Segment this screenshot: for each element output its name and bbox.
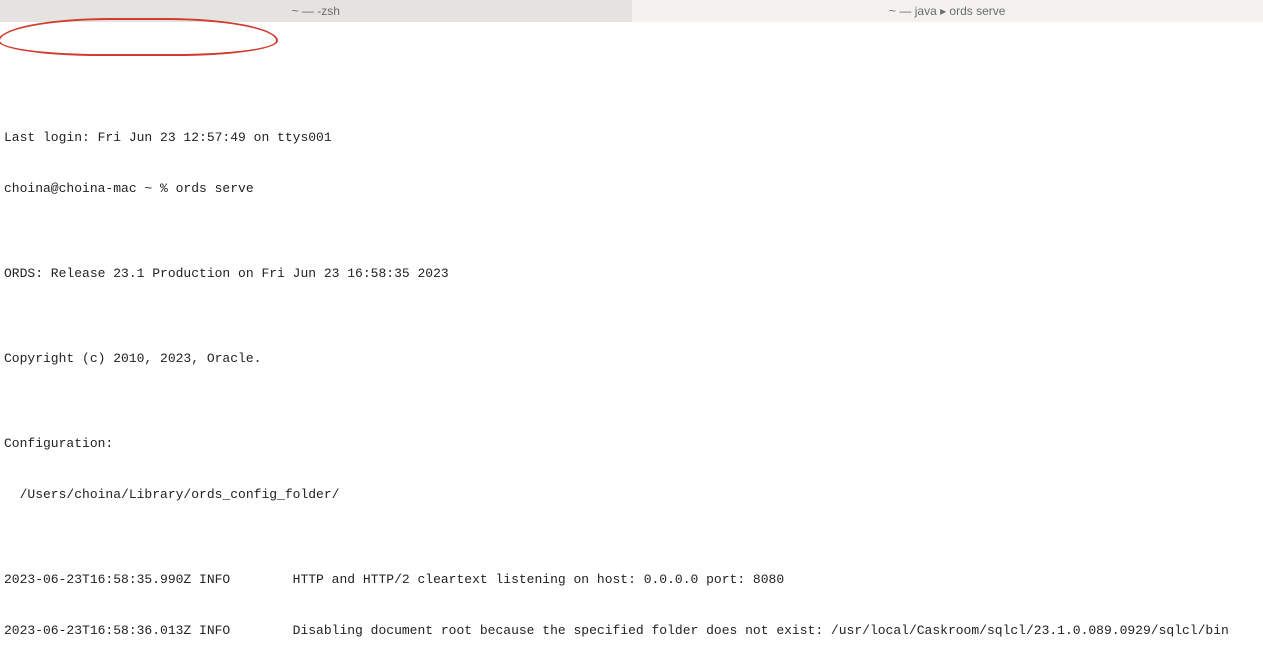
annotation-oval-command	[0, 18, 278, 56]
output-line: Last login: Fri Jun 23 12:57:49 on ttys0…	[4, 129, 1259, 146]
terminal-output[interactable]: Last login: Fri Jun 23 12:57:49 on ttys0…	[0, 22, 1263, 655]
terminal-tab-zsh[interactable]: ~ — -zsh	[0, 0, 632, 22]
prompt-line: choina@choina-mac ~ % ords serve	[4, 180, 1259, 197]
output-line: Copyright (c) 2010, 2023, Oracle.	[4, 350, 1259, 367]
output-line: Configuration:	[4, 435, 1259, 452]
tab-label: ~ — java ▸ ords serve	[889, 3, 1005, 20]
output-line: 2023-06-23T16:58:36.013Z INFO Disabling …	[4, 622, 1259, 639]
output-line: 2023-06-23T16:58:35.990Z INFO HTTP and H…	[4, 571, 1259, 588]
terminal-tab-bar: ~ — -zsh ~ — java ▸ ords serve	[0, 0, 1263, 22]
terminal-tab-java-ords[interactable]: ~ — java ▸ ords serve	[632, 0, 1263, 22]
output-line: /Users/choina/Library/ords_config_folder…	[4, 486, 1259, 503]
tab-label: ~ — -zsh	[292, 3, 340, 20]
output-line: ORDS: Release 23.1 Production on Fri Jun…	[4, 265, 1259, 282]
